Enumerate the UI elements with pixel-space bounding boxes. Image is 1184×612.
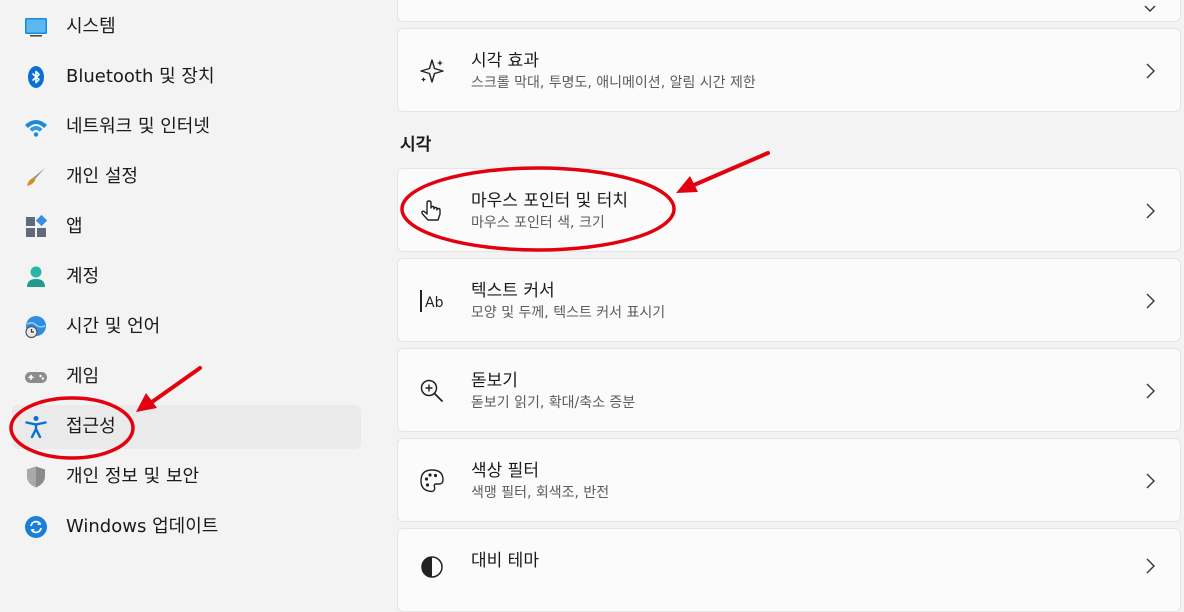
sidebar-item-label: 계정: [66, 266, 100, 287]
paintbrush-icon: [24, 165, 48, 189]
palette-icon: [418, 467, 446, 495]
sidebar-item-label: 개인 설정: [66, 166, 138, 187]
monitor-icon: [24, 15, 48, 39]
sidebar-item-windows-update[interactable]: Windows 업데이트: [12, 505, 361, 549]
sidebar-item-label: 네트워크 및 인터넷: [66, 116, 210, 137]
chevron-right-icon: [1144, 62, 1156, 80]
card-title: 돋보기: [471, 371, 518, 391]
sidebar-item-network[interactable]: 네트워크 및 인터넷: [12, 105, 361, 149]
card-subtitle: 돋보기 읽기, 확대/축소 증분: [471, 395, 636, 411]
card-title: 시각 효과: [471, 51, 539, 71]
sidebar-item-time-language[interactable]: 시간 및 언어: [12, 305, 361, 349]
magnifier-icon: [418, 377, 446, 405]
gamepad-icon: [24, 365, 48, 389]
chevron-right-icon: [1144, 557, 1156, 575]
sidebar-item-accounts[interactable]: 계정: [12, 255, 361, 299]
setting-card-text-cursor[interactable]: Ab 텍스트 커서 모양 및 두께, 텍스트 커서 표시기: [397, 258, 1181, 342]
sidebar-item-personalization[interactable]: 개인 설정: [12, 155, 361, 199]
chevron-right-icon: [1144, 472, 1156, 490]
card-title: 마우스 포인터 및 터치: [471, 191, 628, 211]
card-title: 색상 필터: [471, 461, 539, 481]
chevron-right-icon: [1144, 202, 1156, 220]
setting-card-color-filters[interactable]: 색상 필터 색맹 필터, 회색조, 반전: [397, 438, 1181, 522]
sidebar-item-gaming[interactable]: 게임: [12, 355, 361, 399]
sidebar-item-label: 개인 정보 및 보안: [66, 466, 200, 487]
apps-icon: [24, 215, 48, 239]
sidebar-item-privacy[interactable]: 개인 정보 및 보안: [12, 455, 361, 499]
setting-card-contrast-themes[interactable]: 대비 테마: [397, 528, 1181, 612]
card-subtitle: 마우스 포인터 색, 크기: [471, 215, 605, 231]
sidebar-item-system[interactable]: 시스템: [12, 5, 361, 49]
person-icon: [24, 265, 48, 289]
sidebar-item-label: Windows 업데이트: [66, 516, 219, 537]
sidebar-item-bluetooth[interactable]: Bluetooth 및 장치: [12, 55, 361, 99]
setting-card-visual-effects[interactable]: 시각 효과 스크롤 막대, 투명도, 애니메이션, 알림 시간 제한: [397, 28, 1181, 112]
accessibility-icon: [24, 415, 48, 439]
setting-card-mouse-pointer[interactable]: 마우스 포인터 및 터치 마우스 포인터 색, 크기: [397, 168, 1181, 252]
chevron-right-icon: [1144, 292, 1156, 310]
sidebar-item-label: 앱: [66, 216, 83, 237]
shield-icon: [24, 465, 48, 489]
sidebar-item-accessibility[interactable]: 접근성: [12, 405, 361, 449]
sparkle-icon: [418, 57, 446, 85]
chevron-right-icon: [1144, 382, 1156, 400]
sidebar-item-label: Bluetooth 및 장치: [66, 66, 215, 87]
card-subtitle: 스크롤 막대, 투명도, 애니메이션, 알림 시간 제한: [471, 75, 756, 91]
settings-sidebar: 시스템 Bluetooth 및 장치 네트워크 및 인터넷 개인 설정 앱 계정: [0, 0, 372, 568]
sidebar-item-apps[interactable]: 앱: [12, 205, 361, 249]
card-title: 텍스트 커서: [471, 281, 555, 301]
text-cursor-icon: Ab: [418, 287, 446, 315]
svg-text:Ab: Ab: [425, 295, 444, 311]
sidebar-item-label: 시스템: [66, 16, 116, 37]
pointer-hand-icon: [418, 197, 446, 225]
sidebar-item-label: 접근성: [66, 416, 116, 437]
setting-card-magnifier[interactable]: 돋보기 돋보기 읽기, 확대/축소 증분: [397, 348, 1181, 432]
card-subtitle: 색맹 필터, 회색조, 반전: [471, 485, 610, 501]
card-title: 대비 테마: [471, 551, 539, 571]
wifi-icon: [24, 115, 48, 139]
update-icon: [24, 515, 48, 539]
contrast-icon: [418, 553, 446, 581]
globe-clock-icon: [24, 315, 48, 339]
bluetooth-icon: [24, 65, 48, 89]
sidebar-item-label: 게임: [66, 366, 100, 387]
sidebar-item-label: 시간 및 언어: [66, 316, 161, 337]
setting-card-partial[interactable]: [397, 0, 1181, 22]
section-title-vision: 시각: [400, 135, 432, 155]
card-subtitle: 모양 및 두께, 텍스트 커서 표시기: [471, 305, 666, 321]
chevron-down-icon: [1144, 0, 1156, 18]
